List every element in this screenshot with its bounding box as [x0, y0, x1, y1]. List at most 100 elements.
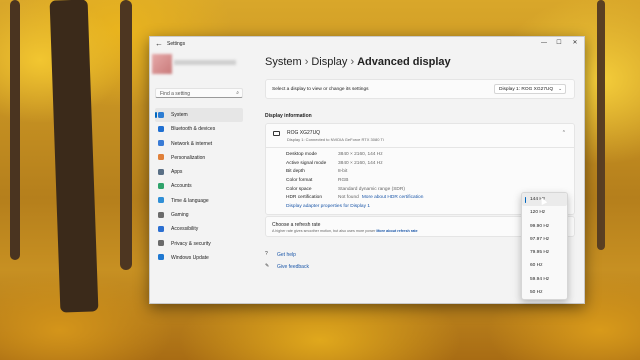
- refresh-rate-option-label: 79.95 Hz: [530, 250, 550, 256]
- sidebar-item-windows-update[interactable]: Windows Update: [155, 251, 243, 265]
- update-icon: [158, 254, 164, 261]
- refresh-rate-option[interactable]: 97.97 Hz: [522, 233, 567, 246]
- info-row-value-text: 3840 × 2160, 144 Hz: [338, 160, 383, 166]
- refresh-rate-option-label: 99.90 Hz: [530, 223, 550, 229]
- sidebar-item-label: Privacy & security: [171, 240, 211, 247]
- sidebar-item-accounts[interactable]: Accounts: [155, 179, 243, 193]
- refresh-rate-option[interactable]: 60 Hz: [522, 259, 567, 272]
- refresh-rate-dropdown: 144 Hz 120 Hz 99.90 Hz 97.97 Hz 79.95 Hz 60 H…: [521, 192, 568, 300]
- refresh-rate-option-label: 50 Hz: [530, 290, 543, 296]
- apps-icon: [158, 168, 164, 175]
- info-row-value: 8-bit: [338, 169, 347, 174]
- search-placeholder: Find a setting: [160, 91, 191, 97]
- info-row-value: Not found More about HDR certification: [338, 195, 423, 200]
- sidebar-item-label: Accessibility: [171, 226, 199, 233]
- minimize-button[interactable]: —: [538, 38, 550, 48]
- chevron-up-icon[interactable]: ⌃: [562, 130, 566, 136]
- accessibility-icon: [158, 225, 164, 232]
- info-row-value: RGB: [338, 178, 348, 183]
- sidebar-item-apps[interactable]: Apps: [155, 165, 243, 179]
- chevron-down-icon: ⌄: [558, 86, 562, 91]
- refresh-rate-option-label: 120 Hz: [530, 210, 546, 216]
- info-row-value-text: Not found: [338, 195, 359, 201]
- user-profile[interactable]: [152, 51, 238, 79]
- breadcrumb-system[interactable]: System: [265, 56, 302, 68]
- sidebar-item-network-internet[interactable]: Network & internet: [155, 137, 243, 151]
- sidebar-item-label: Network & internet: [171, 140, 213, 147]
- sidebar-item-label: Personalization: [171, 154, 206, 161]
- refresh-rate-link[interactable]: More about refresh rate: [376, 229, 417, 233]
- bluetooth-icon: [158, 125, 164, 132]
- avatar: [152, 54, 172, 74]
- tree-trunk: [49, 0, 99, 313]
- sidebar-item-label: Bluetooth & devices: [171, 126, 216, 133]
- give-feedback-label: Give feedback: [277, 263, 309, 270]
- sidebar-item-label: Windows Update: [171, 254, 209, 261]
- display-dropdown[interactable]: Display 1: ROG XG27UQ ⌄: [494, 84, 566, 94]
- search-input[interactable]: Find a setting ⌕: [155, 88, 243, 98]
- section-title: Display information: [265, 113, 312, 119]
- refresh-rate-title: Choose a refresh rate: [272, 222, 321, 228]
- monitor-icon: [158, 111, 164, 118]
- sidebar-item-time-language[interactable]: Time & language: [155, 194, 243, 208]
- info-row-label: Color space: [286, 186, 312, 192]
- refresh-rate-option[interactable]: 50 Hz: [522, 286, 567, 299]
- refresh-rate-option-label: 60 Hz: [530, 263, 543, 269]
- monitor-icon: [273, 131, 280, 136]
- refresh-rate-description: A higher rate gives smoother motion, but…: [272, 229, 418, 233]
- refresh-rate-option[interactable]: 79.95 Hz: [522, 246, 567, 259]
- brush-icon: [158, 154, 164, 161]
- refresh-rate-option[interactable]: 59.94 Hz: [522, 273, 567, 286]
- tree-trunk: [10, 0, 20, 260]
- hdr-certification-link[interactable]: More about HDR certification: [362, 195, 424, 200]
- shield-icon: [158, 240, 164, 247]
- profile-name-redacted: [174, 60, 236, 65]
- info-row-value-text: 8-bit: [338, 169, 348, 175]
- feedback-icon: ✎: [265, 263, 270, 269]
- breadcrumb-separator: ›: [350, 56, 355, 68]
- select-display-label: Select a display to view or change its s…: [272, 87, 369, 92]
- info-row-label: Bit depth: [286, 169, 305, 175]
- globe-clock-icon: [158, 197, 164, 204]
- sidebar-item-label: System: [171, 112, 188, 118]
- refresh-rate-option[interactable]: 120 Hz: [522, 206, 567, 219]
- info-row-label: HDR certification: [286, 195, 322, 201]
- info-row-value: 3840 × 2160, 144 Hz: [338, 161, 383, 166]
- adapter-properties-link[interactable]: Display adapter properties for Display 1: [286, 204, 370, 209]
- refresh-rate-option-label: 97.97 Hz: [530, 236, 550, 242]
- info-row-value-text: RGB: [338, 178, 349, 184]
- breadcrumb: System › Display › Advanced display: [265, 56, 451, 68]
- display-dropdown-value: Display 1: ROG XG27UQ: [499, 87, 554, 92]
- wifi-icon: [158, 140, 164, 147]
- info-row-label: Color format: [286, 178, 313, 184]
- sidebar-item-label: Time & language: [171, 197, 209, 204]
- maximize-button[interactable]: ☐: [553, 38, 565, 48]
- app-title: Settings: [167, 41, 186, 47]
- info-row-value-text: Standard dynamic range (SDR): [338, 186, 405, 192]
- sidebar-item-personalization[interactable]: Personalization: [155, 151, 243, 165]
- back-arrow-icon[interactable]: ←: [154, 39, 164, 49]
- close-button[interactable]: ✕: [569, 38, 581, 48]
- gamepad-icon: [158, 211, 164, 218]
- sidebar-item-bluetooth-devices[interactable]: Bluetooth & devices: [155, 122, 243, 136]
- sidebar-item-system[interactable]: System: [155, 108, 243, 123]
- select-display-card: Select a display to view or change its s…: [265, 79, 575, 99]
- title-bar: ← Settings — ☐ ✕: [150, 37, 584, 51]
- sidebar-item-privacy-security[interactable]: Privacy & security: [155, 237, 243, 251]
- breadcrumb-display[interactable]: Display: [311, 56, 347, 68]
- tree-trunk: [597, 0, 605, 250]
- sidebar-item-gaming[interactable]: Gaming: [155, 208, 243, 222]
- divider: [266, 147, 574, 148]
- breadcrumb-separator: ›: [304, 56, 309, 68]
- info-row-value-text: 3840 × 2160, 144 Hz: [338, 152, 383, 157]
- sidebar-item-label: Accounts: [171, 183, 192, 190]
- monitor-name: ROG XG27UQ: [287, 130, 321, 136]
- page-title: Advanced display: [357, 56, 451, 68]
- help-icon: ?: [265, 251, 268, 257]
- info-row-value: 3840 × 2160, 144 Hz: [338, 152, 383, 157]
- sidebar-nav: System Bluetooth & devices Network & inter…: [155, 108, 243, 265]
- settings-window: ← Settings — ☐ ✕ Find a setting ⌕ System…: [149, 36, 585, 304]
- info-row-label: Active signal mode: [286, 160, 327, 166]
- refresh-rate-option[interactable]: 99.90 Hz: [522, 220, 567, 233]
- sidebar-item-accessibility[interactable]: Accessibility: [155, 222, 243, 236]
